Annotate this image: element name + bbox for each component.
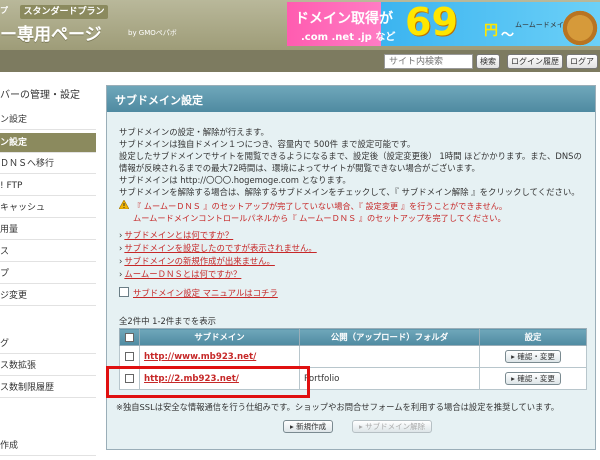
header-settings: 設定 <box>479 328 587 346</box>
ad-tilde: 〜 <box>501 28 515 43</box>
help-link-not-displayed[interactable]: › サブドメインを設定したのですが表示されません。 <box>119 242 317 254</box>
confirm-change-button[interactable]: ▸ 確認・変更 <box>505 372 561 385</box>
settings-cell: ▸ 確認・変更 <box>479 367 587 390</box>
brand-title[interactable]: ー専用ページ <box>0 20 102 45</box>
sidebar-item-s[interactable]: ス <box>0 242 96 262</box>
row-checkbox-cell <box>119 345 140 368</box>
sidebar-section-title: バーの管理・設定 <box>0 90 80 101</box>
sidebar-item-limit[interactable]: ス数制限履歴 <box>0 378 96 398</box>
logout-label: ログア <box>570 57 594 66</box>
help-link-cannot-create[interactable]: › サブドメインの新規作成が出来ません。 <box>119 255 275 267</box>
new-create-label: 新規作成 <box>296 422 327 431</box>
sidebar: バーの管理・設定 ン設定 ン設定 ＤＮＳへ移行 ! FTP キャッシュ 用量 ス… <box>0 72 96 460</box>
subdomain-cell: http://www.mb923.net/ <box>139 345 300 368</box>
folder-cell: Portfolio <box>299 367 480 390</box>
sidebar-item-expand[interactable]: ス数拡張 <box>0 356 96 376</box>
table-row: http://www.mb923.net/ ▸ 確認・変更 <box>119 345 587 368</box>
new-create-button[interactable]: ▸ 新規作成 <box>283 420 334 433</box>
page-title: サブドメイン設定 <box>115 94 203 107</box>
search-button[interactable]: 検索 <box>476 54 500 69</box>
help-link-label: サブドメインの新規作成が出来ません。 <box>124 256 275 266</box>
remove-subdomain-button[interactable]: ▸ サブドメイン解除 <box>352 420 433 433</box>
remove-subdomain-label: サブドメイン解除 <box>365 422 426 431</box>
ad-price: 69 <box>405 2 458 44</box>
sidebar-item-dns[interactable]: ＤＮＳへ移行 <box>0 154 96 174</box>
sidebar-item-log[interactable]: グ <box>0 334 96 354</box>
brand-prefix: プ <box>0 6 8 15</box>
manual-icon <box>119 287 129 297</box>
help-link-what-dns[interactable]: › ムームーＤＮＳとは何ですか？ <box>119 268 241 280</box>
desc-line-4: 情報が反映されるまでの最大72時間は、環境によってサイトが閲覧できない場合がござ… <box>119 163 480 173</box>
table-header-row: サブドメイン 公開（アップロード）フォルダ 設定 <box>119 328 587 346</box>
dog-icon <box>562 6 598 46</box>
desc-line-3: 設定したサブドメインでサイトを閲覧できるようになるまで、設定後（設定変更後） 1… <box>119 151 582 161</box>
folder-cell <box>299 345 480 368</box>
confirm-change-label: 確認・変更 <box>517 374 555 383</box>
ad-line1: ドメイン取得が <box>295 11 393 27</box>
warning-line-2: ムームードメインコントロールパネルから『 ムームーＤＮＳ 』のセットアップを完了… <box>133 213 506 223</box>
ad-banner[interactable]: ドメイン取得が .com .net .jp など 69 円 〜 ムームードメイン <box>287 2 600 46</box>
header-checkbox-col <box>119 328 140 346</box>
sidebar-item-subdomain[interactable]: ン設定 <box>0 133 96 153</box>
ssl-note: ※独自SSLは安全な情報通信を行う仕組みです。ショップやお問合せフォームを利用す… <box>116 402 560 412</box>
subdomain-link[interactable]: http://2.mb923.net/ <box>144 374 239 384</box>
desc-line-5: サブドメインは http://〇〇〇.hogemoge.com となります。 <box>119 175 351 185</box>
manual-link[interactable]: サブドメイン設定 マニュアルはコチラ <box>133 287 278 299</box>
search-input[interactable] <box>384 54 473 69</box>
brand-by: by GMOペパボ <box>128 29 177 37</box>
help-link-what-subdomain[interactable]: › サブドメインとは何ですか？ <box>119 229 233 241</box>
sidebar-item-p[interactable]: プ <box>0 264 96 284</box>
panel-header: サブドメイン設定 <box>107 86 595 112</box>
select-all-checkbox[interactable] <box>125 333 134 342</box>
confirm-change-label: 確認・変更 <box>517 352 555 361</box>
search-bar: 検索 ログイン履歴 ログア <box>0 50 600 72</box>
login-history-label: ログイン履歴 <box>511 57 559 66</box>
desc-line-2: サブドメインは独自ドメイン１つにつき、容量内で 500件 まで設定可能です。 <box>119 139 416 149</box>
ad-yen: 円 <box>484 23 498 39</box>
search-button-label: 検索 <box>480 57 496 66</box>
table-row: http://2.mb923.net/ Portfolio ▸ 確認・変更 <box>119 367 587 390</box>
header-subdomain: サブドメイン <box>139 328 300 346</box>
warning-icon <box>119 200 129 209</box>
arrow-right-icon: › <box>119 269 123 279</box>
result-count: 全2件中 1-2件までを表示 <box>119 316 217 326</box>
help-link-label: サブドメインを設定したのですが表示されません。 <box>124 243 317 253</box>
sidebar-item-ftp[interactable]: ! FTP <box>0 176 96 196</box>
arrow-right-icon: › <box>119 230 123 240</box>
header: プ スタンダードプラン ー専用ページ by GMOペパボ ドメイン取得が .co… <box>0 0 600 50</box>
plan-tag: スタンダードプラン <box>20 5 108 19</box>
logout-button[interactable]: ログア <box>566 54 598 69</box>
row-checkbox[interactable] <box>125 351 134 361</box>
sidebar-item-cache[interactable]: キャッシュ <box>0 198 96 218</box>
desc-line-1: サブドメインの設定・解除が行えます。 <box>119 127 269 137</box>
help-link-label: ムームーＤＮＳとは何ですか？ <box>124 269 242 279</box>
settings-cell: ▸ 確認・変更 <box>479 345 587 368</box>
row-checkbox-cell <box>119 367 140 390</box>
arrow-right-icon: › <box>119 256 123 266</box>
confirm-change-button[interactable]: ▸ 確認・変更 <box>505 350 561 363</box>
ad-line2: .com .net .jp など <box>301 32 396 43</box>
sidebar-item-usage[interactable]: 用量 <box>0 220 96 240</box>
desc-line-6: サブドメインを解除する場合は、解除するサブドメインをチェックして、『 サブドメイ… <box>119 187 580 197</box>
help-link-label: サブドメインとは何ですか？ <box>124 230 234 240</box>
sidebar-item-1[interactable]: ン設定 <box>0 110 96 130</box>
arrow-right-icon: › <box>119 243 123 253</box>
subdomain-cell: http://2.mb923.net/ <box>139 367 300 390</box>
subdomain-table: サブドメイン 公開（アップロード）フォルダ 設定 http://www.mb92… <box>119 328 587 390</box>
warning-line-1: 『 ムームーＤＮＳ 』のセットアップが完了していない場合、『 設定変更 』を行う… <box>133 201 508 211</box>
sidebar-item-change[interactable]: ジ変更 <box>0 286 96 306</box>
row-checkbox[interactable] <box>125 373 134 383</box>
login-history-button[interactable]: ログイン履歴 <box>507 54 563 69</box>
subdomain-panel: サブドメイン設定 サブドメインの設定・解除が行えます。 サブドメインは独自ドメイ… <box>106 85 596 450</box>
sidebar-item-create[interactable]: 作成 <box>0 436 96 456</box>
header-folder: 公開（アップロード）フォルダ <box>299 328 480 346</box>
subdomain-link[interactable]: http://www.mb923.net/ <box>144 352 256 362</box>
